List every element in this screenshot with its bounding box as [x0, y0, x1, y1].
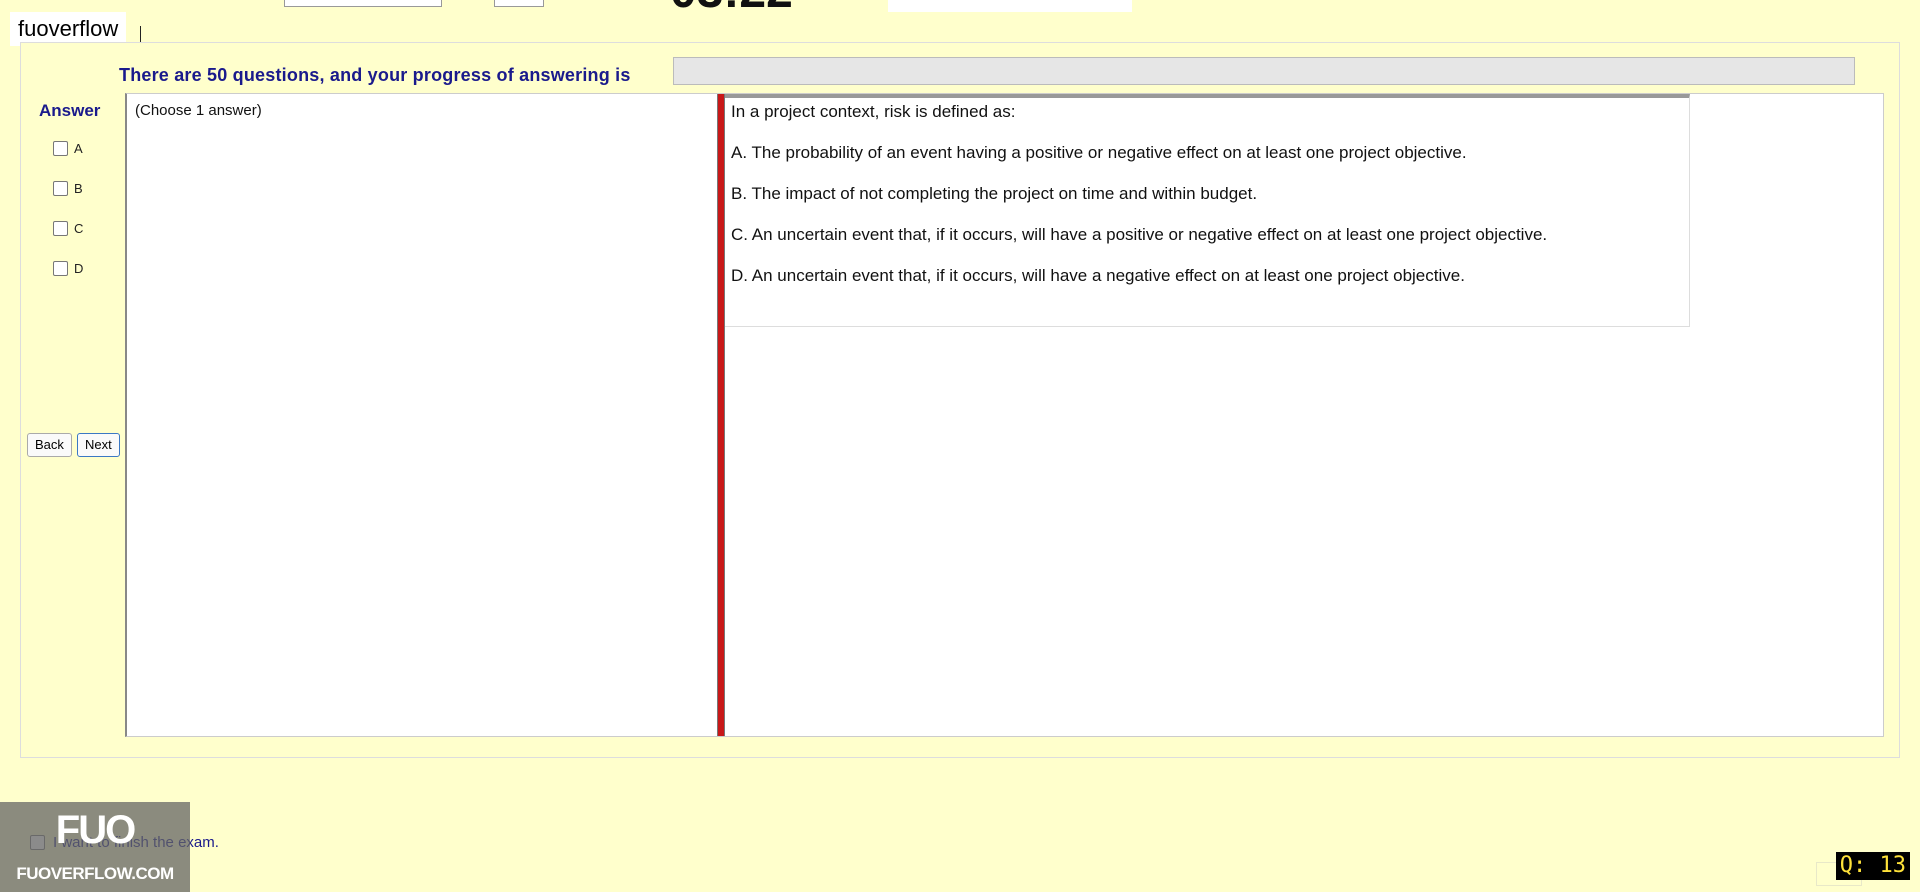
watermark-logo: FUO: [55, 808, 136, 852]
timer: 03:22: [670, 0, 793, 16]
choice-b-text: B. The impact of not completing the proj…: [731, 184, 1258, 203]
next-button[interactable]: Next: [77, 433, 120, 457]
brand-label: fuoverflow: [10, 12, 127, 46]
answer-option-a[interactable]: A: [53, 141, 83, 156]
question-number-badge: Q: 13: [1835, 852, 1910, 880]
question-text: In a project context, risk is defined as…: [731, 102, 1016, 121]
checkbox-b[interactable]: [53, 181, 68, 196]
question-box: In a project context, risk is defined as…: [725, 94, 1690, 327]
answer-option-a-label: A: [74, 141, 83, 156]
exam-panel: There are 50 questions, and your progres…: [20, 42, 1900, 758]
checkbox-a[interactable]: [53, 141, 68, 156]
choice-c-text: C. An uncertain event that, if it occurs…: [731, 225, 1548, 244]
answer-label: Answer: [39, 101, 101, 120]
back-button[interactable]: Back: [27, 433, 72, 457]
watermark-text: FUOVERFLOW.COM: [16, 864, 174, 883]
answer-option-b-label: B: [74, 181, 83, 196]
answer-option-b[interactable]: B: [53, 181, 83, 196]
answer-option-d[interactable]: D: [53, 261, 83, 276]
top-image-clipped: [888, 0, 1132, 12]
choice-a-text: A. The probability of an event having a …: [731, 143, 1467, 162]
top-small-input-clipped[interactable]: [494, 0, 544, 7]
top-input-clipped[interactable]: [284, 0, 442, 7]
question-area: (Choose 1 answer) In a project context, …: [125, 93, 1884, 737]
checkbox-d[interactable]: [53, 261, 68, 276]
answer-option-d-label: D: [74, 261, 84, 276]
progress-bar: [673, 57, 1855, 85]
answer-option-c[interactable]: C: [53, 221, 83, 236]
checkbox-c[interactable]: [53, 221, 68, 236]
progress-text: There are 50 questions, and your progres…: [119, 65, 631, 85]
splitter-handle[interactable]: [717, 94, 725, 736]
choice-d-text: D. An uncertain event that, if it occurs…: [731, 266, 1465, 285]
choose-instruction: (Choose 1 answer): [135, 102, 262, 119]
watermark: FUO FUOVERFLOW.COM: [0, 802, 190, 892]
answer-option-c-label: C: [74, 221, 84, 236]
